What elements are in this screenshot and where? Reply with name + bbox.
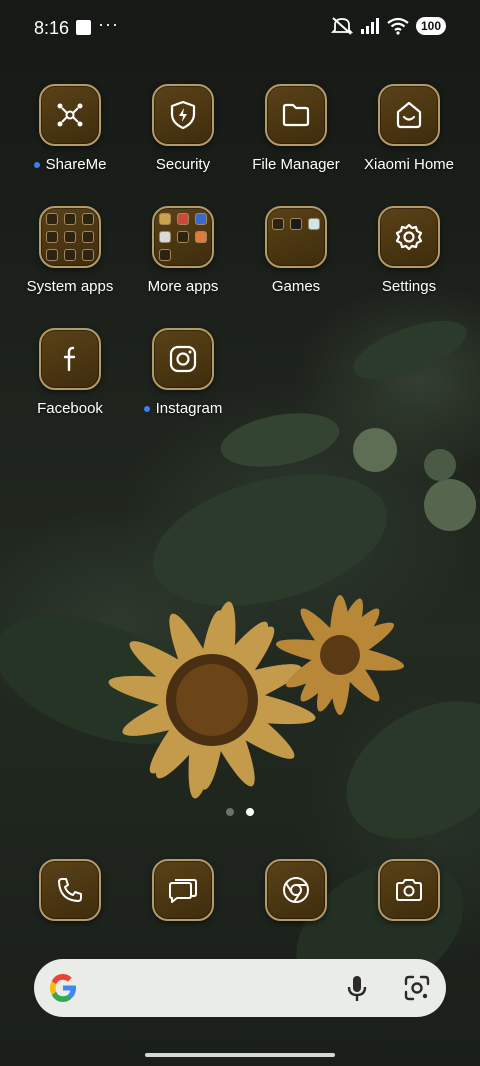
app-label: Xiaomi Home bbox=[363, 156, 455, 173]
folder-system-apps[interactable]: System apps bbox=[10, 206, 130, 296]
app-instagram[interactable]: Instagram bbox=[123, 328, 243, 417]
microphone-icon[interactable] bbox=[346, 975, 368, 1003]
status-bar: 8:16 ··· 100 bbox=[0, 0, 480, 56]
messages-icon[interactable] bbox=[152, 859, 214, 921]
notification-square-icon bbox=[76, 20, 91, 35]
dock-messages[interactable] bbox=[123, 859, 243, 921]
camera-icon[interactable] bbox=[378, 859, 440, 921]
google-logo-icon[interactable] bbox=[46, 971, 80, 1005]
home-smile-icon[interactable] bbox=[378, 84, 440, 146]
app-label: ShareMe bbox=[45, 156, 107, 173]
app-label: System apps bbox=[26, 278, 114, 295]
page-dot-active[interactable] bbox=[246, 808, 254, 816]
new-indicator-dot bbox=[143, 405, 150, 412]
app-label: More apps bbox=[147, 278, 219, 295]
battery-icon: 100 bbox=[415, 17, 446, 35]
dock-chrome[interactable] bbox=[236, 859, 356, 921]
shield-bolt-icon[interactable] bbox=[152, 84, 214, 146]
phone-icon[interactable] bbox=[39, 859, 101, 921]
new-indicator-dot bbox=[33, 161, 40, 168]
mute-icon bbox=[330, 17, 353, 35]
folder-icon[interactable] bbox=[265, 84, 327, 146]
app-shareme[interactable]: ShareMe bbox=[10, 84, 130, 173]
app-label: File Manager bbox=[252, 156, 340, 173]
more-notifications-icon: ··· bbox=[98, 14, 119, 34]
app-file-manager[interactable]: File Manager bbox=[236, 84, 356, 174]
app-label: Settings bbox=[381, 278, 437, 295]
dock-phone[interactable] bbox=[10, 859, 130, 921]
wifi-icon bbox=[387, 17, 409, 35]
app-label-container: More apps bbox=[148, 278, 219, 295]
page-indicator[interactable] bbox=[0, 808, 480, 816]
app-label-container: File Manager bbox=[252, 156, 340, 173]
app-label-container: Xiaomi Home bbox=[364, 156, 454, 173]
app-label-container: Facebook bbox=[37, 400, 103, 417]
app-label: Games bbox=[271, 278, 321, 295]
folder-more-apps[interactable]: More apps bbox=[123, 206, 243, 296]
app-label-container: ShareMe bbox=[33, 156, 107, 173]
folder-more-apps-icon[interactable] bbox=[152, 206, 214, 268]
shareme-icon[interactable] bbox=[39, 84, 101, 146]
navigation-gesture-handle[interactable] bbox=[145, 1053, 335, 1057]
app-label-container: Instagram bbox=[143, 400, 223, 417]
app-label: Facebook bbox=[37, 400, 103, 417]
app-label: Instagram bbox=[155, 400, 223, 417]
status-icons: 100 bbox=[330, 16, 446, 36]
app-label: Security bbox=[155, 156, 211, 173]
google-search-bar[interactable] bbox=[34, 959, 446, 1017]
app-label-container: Settings bbox=[382, 278, 436, 295]
folder-games[interactable]: Games bbox=[236, 206, 356, 296]
facebook-icon[interactable] bbox=[39, 328, 101, 390]
folder-system-apps-icon[interactable] bbox=[39, 206, 101, 268]
app-label-container: System apps bbox=[27, 278, 114, 295]
gear-icon[interactable] bbox=[378, 206, 440, 268]
google-lens-icon[interactable] bbox=[404, 975, 430, 1001]
app-facebook[interactable]: Facebook bbox=[10, 328, 130, 418]
instagram-icon[interactable] bbox=[152, 328, 214, 390]
app-settings[interactable]: Settings bbox=[349, 206, 469, 296]
app-label-container: Security bbox=[156, 156, 210, 173]
dock-camera[interactable] bbox=[349, 859, 469, 921]
chrome-icon[interactable] bbox=[265, 859, 327, 921]
app-label-container: Games bbox=[272, 278, 320, 295]
page-dot[interactable] bbox=[226, 808, 234, 816]
folder-games-icon[interactable] bbox=[265, 206, 327, 268]
app-security[interactable]: Security bbox=[123, 84, 243, 174]
clock: 8:16 bbox=[34, 18, 70, 38]
signal-icon bbox=[360, 18, 379, 34]
app-xiaomi-home[interactable]: Xiaomi Home bbox=[349, 84, 469, 174]
